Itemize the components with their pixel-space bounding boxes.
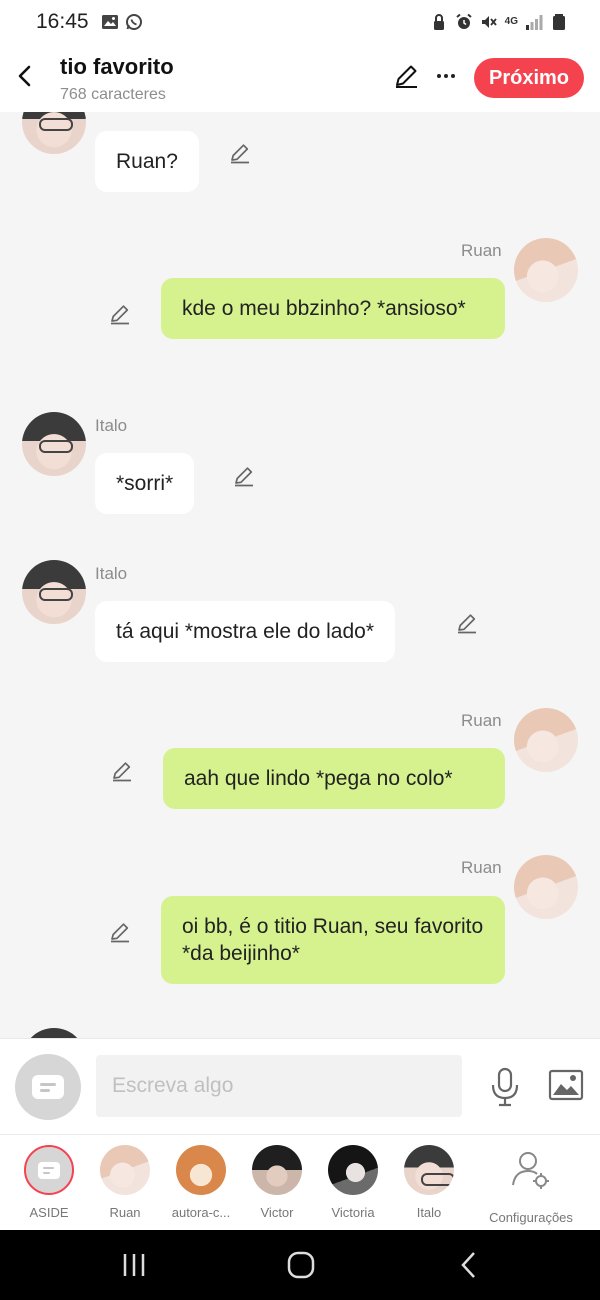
character-bar: ASIDE Ruan autora-c... Victor Victoria I… — [0, 1134, 600, 1230]
avatar-italo[interactable] — [22, 560, 86, 624]
battery-icon — [553, 14, 565, 30]
avatar-italo — [404, 1145, 454, 1195]
avatar-ruan[interactable] — [514, 708, 578, 772]
speaker-name: Ruan — [461, 858, 502, 877]
back-nav-icon[interactable] — [452, 1248, 486, 1282]
character-label: Victoria — [331, 1205, 375, 1220]
edit-title-button[interactable] — [392, 62, 420, 90]
avatar-autora — [176, 1145, 226, 1195]
narrator-toggle-button[interactable] — [15, 1054, 81, 1120]
edit-message-icon[interactable] — [232, 464, 256, 488]
character-label: ASIDE — [29, 1205, 69, 1220]
gallery-icon — [101, 15, 118, 29]
aside-avatar — [24, 1145, 74, 1195]
pencil-icon — [396, 65, 417, 88]
character-victoria[interactable]: Victoria — [315, 1145, 391, 1220]
edit-message-icon[interactable] — [455, 611, 479, 635]
character-settings[interactable]: Configurações — [483, 1145, 579, 1225]
chat-area[interactable]: Ruan? Ruan kde o meu bbzinho? *ansioso* … — [0, 112, 600, 1038]
speaker-name: Ruan — [461, 241, 502, 260]
home-icon[interactable] — [284, 1248, 318, 1282]
mute-icon — [481, 16, 497, 28]
whatsapp-icon — [125, 14, 142, 30]
message-bubble[interactable]: Ruan? — [95, 131, 199, 192]
character-aside[interactable]: ASIDE — [11, 1145, 87, 1220]
speaker-name: Italo — [95, 564, 128, 583]
chat-bubble-icon — [38, 1161, 60, 1179]
user-settings-icon — [512, 1152, 549, 1189]
character-ruan[interactable]: Ruan — [87, 1145, 163, 1220]
story-title: tio favorito — [60, 54, 174, 79]
4g-icon: 4G — [504, 16, 518, 27]
edit-message-icon[interactable] — [108, 920, 132, 944]
chat-bubble-icon — [32, 1075, 64, 1099]
character-label: Italo — [416, 1205, 442, 1220]
more-dot — [437, 74, 441, 78]
speaker-name: Ruan — [461, 711, 502, 730]
speaker-name: Italo — [95, 416, 128, 435]
signal-icon — [526, 15, 543, 30]
back-button[interactable] — [10, 58, 38, 94]
message-bubble[interactable]: kde o meu bbzinho? *ansioso* — [161, 278, 505, 339]
more-options-button[interactable] — [432, 62, 460, 90]
character-label: autora-c... — [171, 1205, 231, 1220]
recent-apps-icon[interactable] — [117, 1248, 151, 1282]
avatar-italo[interactable] — [22, 112, 86, 154]
message-bubble[interactable]: oi bb, é o titio Ruan, seu favorito *da … — [161, 896, 505, 984]
character-victor[interactable]: Victor — [239, 1145, 315, 1220]
message-input[interactable] — [96, 1055, 462, 1117]
lock-icon — [433, 14, 444, 30]
chevron-left-icon — [18, 65, 31, 87]
image-icon[interactable] — [548, 1069, 584, 1101]
character-italo[interactable]: Italo — [391, 1145, 467, 1220]
status-left-icons — [101, 13, 143, 31]
edit-message-icon[interactable] — [108, 302, 132, 326]
avatar-ruan — [100, 1145, 150, 1195]
character-label: Ruan — [109, 1205, 141, 1220]
avatar-victoria — [328, 1145, 378, 1195]
character-autora[interactable]: autora-c... — [163, 1145, 239, 1220]
alarm-icon — [456, 13, 472, 29]
character-count: 768 caracteres — [60, 86, 166, 103]
more-dot — [451, 74, 455, 78]
character-label: Configurações — [489, 1210, 573, 1225]
message-bubble[interactable]: *sorri* — [95, 453, 195, 514]
avatar-italo[interactable] — [22, 1028, 86, 1038]
app-header: tio favorito 768 caracteres Próximo — [0, 44, 600, 112]
microphone-icon[interactable] — [488, 1067, 522, 1107]
composer — [0, 1038, 600, 1134]
character-label: Victor — [260, 1205, 294, 1220]
message-bubble[interactable]: tá aqui *mostra ele do lado* — [95, 601, 395, 662]
message-bubble[interactable]: aah que lindo *pega no colo* — [163, 748, 505, 809]
status-right-icons: 4G — [430, 13, 568, 31]
android-nav-bar — [0, 1230, 600, 1300]
status-time: 16:45 — [36, 10, 89, 33]
avatar-victor — [252, 1145, 302, 1195]
avatar-ruan[interactable] — [514, 855, 578, 919]
edit-message-icon[interactable] — [228, 141, 252, 165]
status-bar: 16:45 4G — [0, 0, 600, 44]
more-dot — [444, 74, 448, 78]
edit-message-icon[interactable] — [110, 759, 134, 783]
avatar-ruan[interactable] — [514, 238, 578, 302]
avatar-italo[interactable] — [22, 412, 86, 476]
title-block: tio favorito 768 caracteres — [60, 54, 174, 104]
next-button[interactable]: Próximo — [474, 58, 584, 98]
